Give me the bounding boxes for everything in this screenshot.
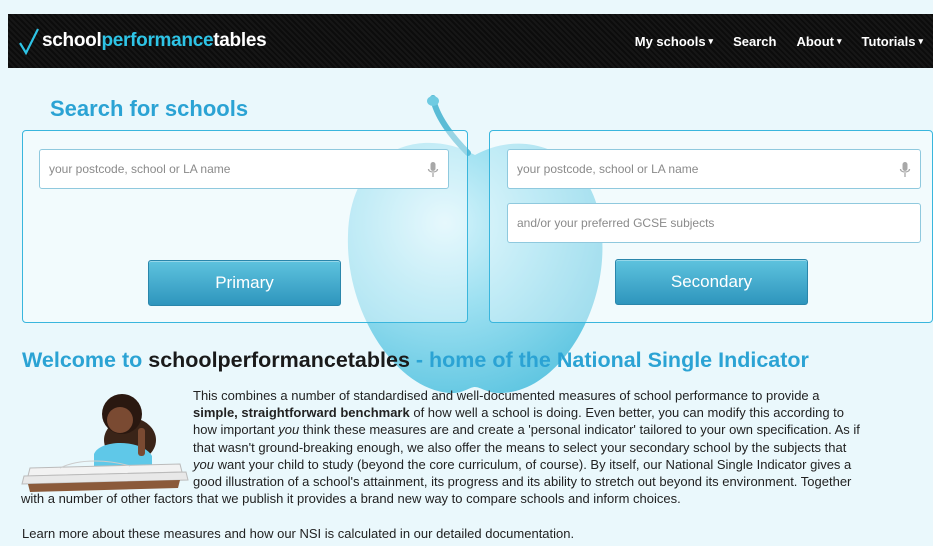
secondary-button[interactable]: Secondary (615, 259, 808, 305)
primary-button[interactable]: Primary (148, 260, 341, 306)
nav-search[interactable]: Search (733, 34, 776, 49)
nav-tutorials[interactable]: Tutorials ▾ (862, 34, 923, 49)
learn-more-text: Learn more about these measures and how … (22, 526, 575, 541)
top-nav-bar: schoolperformancetables My schools ▾ Sear… (8, 14, 933, 68)
primary-search-input[interactable]: your postcode, school or LA name (39, 149, 449, 189)
secondary-search-panel: your postcode, school or LA name and/or … (489, 130, 933, 323)
microphone-icon[interactable] (899, 161, 911, 179)
check-logo-icon (19, 28, 39, 56)
site-logo[interactable]: schoolperformancetables (18, 26, 267, 56)
child-reading-image (21, 394, 189, 492)
primary-search-panel: your postcode, school or LA name Primary (22, 130, 468, 323)
microphone-icon[interactable] (427, 161, 439, 179)
gcse-subjects-input[interactable]: and/or your preferred GCSE subjects (507, 203, 921, 243)
nav-about[interactable]: About ▾ (796, 34, 841, 49)
main-nav: My schools ▾ Search About ▾ Tutorials ▾ (635, 34, 923, 49)
welcome-heading: Welcome to schoolperformancetables - hom… (22, 348, 809, 372)
secondary-search-input[interactable]: your postcode, school or LA name (507, 149, 921, 189)
chevron-down-icon: ▾ (918, 35, 923, 46)
intro-paragraph: This combines a number of standardised a… (21, 388, 860, 507)
chevron-down-icon: ▾ (708, 35, 714, 46)
nav-my-schools[interactable]: My schools ▾ (635, 34, 713, 49)
search-title: Search for schools (50, 96, 249, 121)
logo-text: schoolperformancetables (42, 30, 267, 51)
chevron-down-icon: ▾ (837, 35, 842, 46)
